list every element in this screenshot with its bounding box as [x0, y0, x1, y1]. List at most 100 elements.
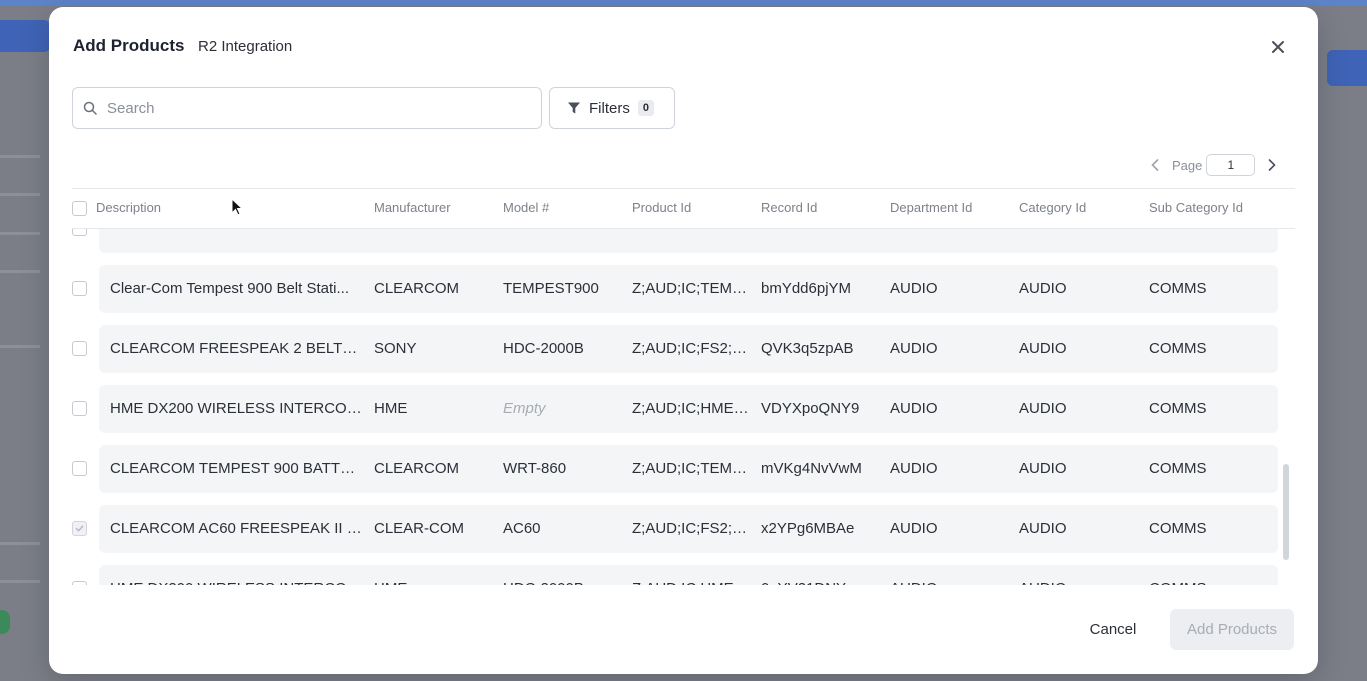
cell-category-id: AUDIO [1019, 340, 1067, 357]
background-top-bar [0, 0, 1367, 6]
cell-sub-category-id: COMMS [1149, 460, 1207, 477]
table-body[interactable]: Clear-Com Tempest 900 Belt Stati... CLEAR… [72, 229, 1295, 585]
cell-description: CLEARCOM FREESPEAK 2 BELTPACK 1... [110, 340, 362, 357]
cell-manufacturer: CLEARCOM [374, 460, 460, 477]
background-line [0, 580, 40, 583]
table-header: Description Manufacturer Model # Product… [72, 188, 1295, 229]
column-header-model[interactable]: Model # [503, 200, 549, 215]
cell-sub-category-id: COMMS [1149, 400, 1207, 417]
row-checkbox[interactable] [72, 581, 87, 585]
previous-page-button[interactable] [1144, 154, 1166, 176]
table-row[interactable]: CLEARCOM TEMPEST 900 BATTERY C... CLEARCO… [72, 445, 1278, 493]
background-line [0, 542, 40, 545]
row-checkbox[interactable] [72, 461, 87, 476]
search-icon [83, 101, 97, 115]
cell-manufacturer: HME [374, 580, 407, 585]
cell-manufacturer: SONY [374, 340, 417, 357]
column-header-manufacturer[interactable]: Manufacturer [374, 200, 451, 215]
row-background [99, 229, 1278, 253]
row-checkbox[interactable] [72, 521, 87, 536]
cell-manufacturer: HME [374, 400, 408, 417]
row-checkbox[interactable] [72, 229, 87, 236]
cell-category-id: AUDIO [1019, 580, 1067, 585]
page-label: Page [1172, 157, 1203, 173]
cell-department-id: AUDIO [890, 460, 938, 477]
table-row[interactable]: Clear-Com Tempest 900 Belt Stati... CLEAR… [72, 265, 1278, 313]
column-header-record-id[interactable]: Record Id [761, 200, 817, 215]
cell-record-id: VDYXpoQNY9 [761, 400, 860, 417]
filters-count-badge: 0 [637, 100, 654, 116]
cell-record-id: mVKg4NvVwM [761, 460, 862, 477]
cell-description: CLEARCOM AC60 FREESPEAK II BATT... [110, 520, 362, 537]
cell-sub-category-id: COMMS [1149, 520, 1207, 537]
search-input[interactable] [107, 99, 527, 117]
table-row[interactable]: HME DX200 WIRELESS INTERCOM AC... HME Empt… [72, 385, 1278, 433]
cell-department-id: AUDIO [890, 580, 938, 585]
background-button [1327, 50, 1367, 86]
mouse-cursor-icon [231, 198, 244, 216]
table-row[interactable]: CLEARCOM AC60 FREESPEAK II BATT... CLEAR-… [72, 505, 1278, 553]
cell-sub-category-id: COMMS [1149, 340, 1207, 357]
cell-model: AC60 [503, 520, 541, 537]
row-checkbox[interactable] [72, 281, 87, 296]
cell-record-id: x2YPg6MBAe [761, 520, 855, 537]
row-checkbox[interactable] [72, 401, 87, 416]
filters-button[interactable]: Filters 0 [549, 87, 675, 129]
column-header-product-id[interactable]: Product Id [632, 200, 691, 215]
cell-manufacturer: CLEARCOM [374, 280, 460, 297]
cell-sub-category-id: COMMS [1149, 280, 1207, 297]
background-line [0, 232, 40, 235]
background-line [0, 193, 40, 196]
table-row[interactable]: CLEARCOM FREESPEAK 2 BELTPACK 1... SONY HD… [72, 325, 1278, 373]
cell-model: WRT-860 [503, 460, 567, 477]
background-line [0, 345, 40, 348]
modal-subtitle: R2 Integration [198, 38, 293, 55]
close-button[interactable] [1268, 37, 1288, 57]
add-products-button[interactable]: Add Products [1170, 609, 1294, 650]
search-field[interactable] [72, 87, 542, 129]
select-all-checkbox[interactable] [72, 201, 87, 216]
filter-icon [567, 101, 581, 115]
cell-description: HME DX200 WIRELESS INTERCOM AC... [110, 400, 362, 417]
cell-description: Clear-Com Tempest 900 Belt Stati... [110, 280, 349, 297]
cell-record-id: QVK3q5zpAB [761, 340, 854, 357]
scrollbar-thumb[interactable] [1283, 464, 1289, 560]
cell-category-id: AUDIO [1019, 280, 1067, 297]
check-icon [75, 525, 84, 532]
next-page-button[interactable] [1261, 154, 1283, 176]
cell-product-id: Z;AUD;IC;HME;A... [632, 400, 752, 417]
cell-sub-category-id: COMMS [1149, 580, 1207, 585]
column-header-description[interactable]: Description [96, 200, 161, 215]
cell-model: HDC-2000B [503, 580, 584, 585]
background-button [0, 20, 50, 52]
background-line [0, 155, 40, 158]
cell-department-id: AUDIO [890, 520, 938, 537]
close-icon [1272, 41, 1284, 53]
cell-model: HDC-2000B [503, 340, 584, 357]
filters-label: Filters [589, 99, 630, 117]
cell-product-id: Z;AUD;IC;TEMP;... [632, 460, 752, 477]
column-header-sub-category-id[interactable]: Sub Category Id [1149, 200, 1243, 215]
cell-department-id: AUDIO [890, 400, 938, 417]
cell-product-id: Z;AUD;IC;FS2;BP... [632, 340, 752, 357]
add-products-modal: Add Products R2 Integration Filters 0 Pa… [49, 7, 1318, 674]
cell-description: CLEARCOM TEMPEST 900 BATTERY C... [110, 460, 362, 477]
cell-department-id: AUDIO [890, 280, 938, 297]
cell-record-id: 0qYV21DNYy [761, 580, 854, 585]
cell-product-id: Z;AUD;IC;TEMP;B... [632, 280, 752, 297]
column-header-category-id[interactable]: Category Id [1019, 200, 1086, 215]
cell-model: TEMPEST900 [503, 280, 599, 297]
table-row[interactable]: HME DX200 WIRELESS INTERCOM HS1... HME HDC… [72, 565, 1278, 585]
cell-model: Empty [503, 400, 546, 417]
cancel-button[interactable]: Cancel [1075, 610, 1151, 648]
background-avatar [0, 610, 10, 634]
pagination: Page [1144, 153, 1283, 177]
cell-department-id: AUDIO [890, 340, 938, 357]
cell-category-id: AUDIO [1019, 400, 1067, 417]
column-header-department-id[interactable]: Department Id [890, 200, 972, 215]
row-checkbox[interactable] [72, 341, 87, 356]
cell-product-id: Z;AUD;IC;FS2;C... [632, 520, 752, 537]
page-number-input[interactable] [1206, 154, 1256, 176]
table-row[interactable] [72, 229, 1278, 253]
chevron-right-icon [1269, 159, 1277, 171]
